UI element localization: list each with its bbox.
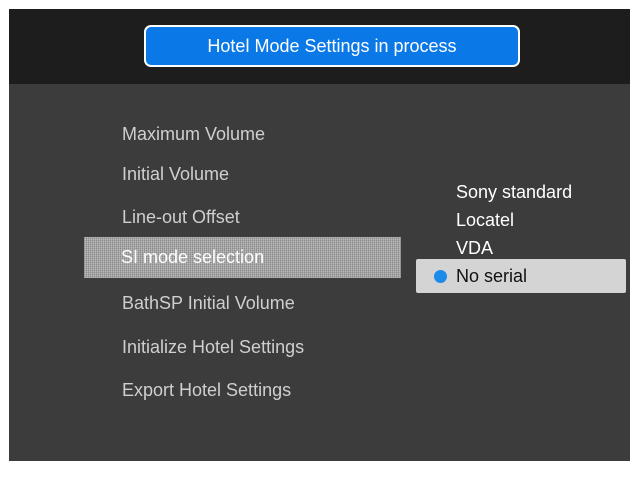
menu-item-bathsp-initial-volume[interactable]: BathSP Initial Volume (122, 291, 295, 315)
header-bar: Hotel Mode Settings in process (9, 9, 630, 84)
menu-item-initialize-hotel-settings[interactable]: Initialize Hotel Settings (122, 335, 304, 359)
title-banner: Hotel Mode Settings in process (144, 25, 520, 67)
menu-item-maximum-volume[interactable]: Maximum Volume (122, 122, 265, 146)
menu-item-export-hotel-settings[interactable]: Export Hotel Settings (122, 378, 291, 402)
option-no-serial-label: No serial (456, 266, 528, 286)
option-vda[interactable]: VDA (456, 236, 493, 260)
option-no-serial[interactable]: No serial (416, 259, 626, 293)
settings-screen: Hotel Mode Settings in process Maximum V… (9, 9, 630, 461)
menu-item-initial-volume[interactable]: Initial Volume (122, 162, 229, 186)
option-locatel[interactable]: Locatel (456, 208, 514, 232)
menu-item-line-out-offset[interactable]: Line-out Offset (122, 205, 240, 229)
menu-item-si-mode-selection[interactable]: SI mode selection (84, 237, 401, 278)
radio-selected-icon (434, 270, 447, 283)
option-sony-standard[interactable]: Sony standard (456, 180, 572, 204)
